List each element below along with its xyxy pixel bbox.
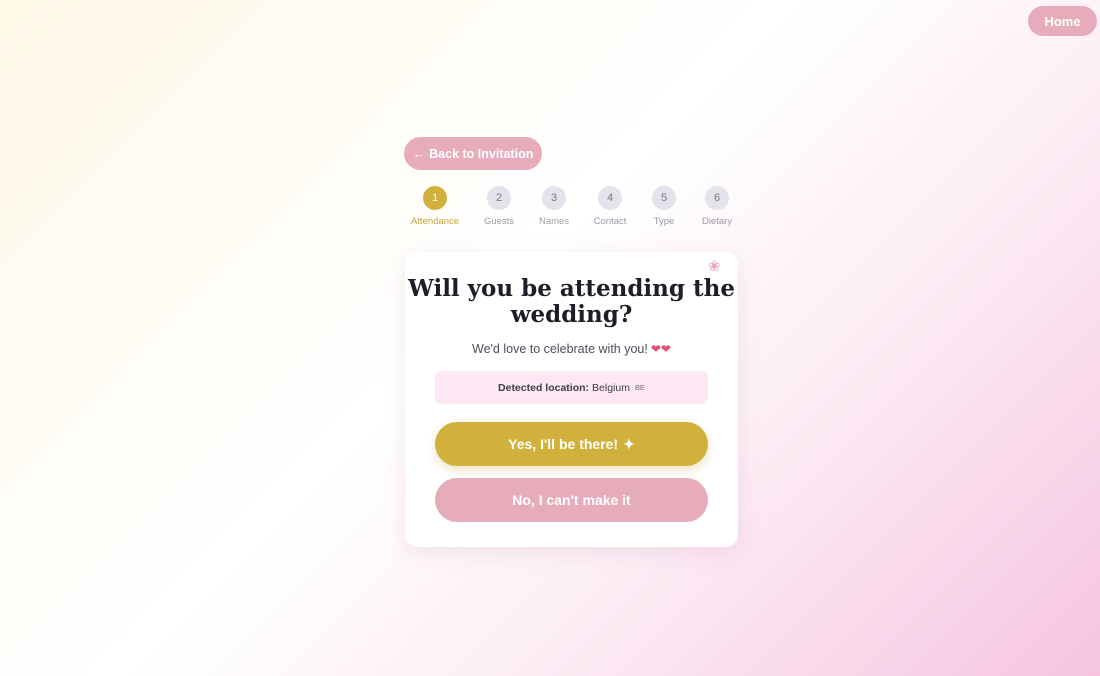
- step-number: 3: [542, 186, 566, 210]
- step-dietary[interactable]: 6 Dietary: [682, 186, 752, 227]
- step-number: 6: [705, 186, 729, 210]
- step-number: 2: [487, 186, 511, 210]
- card-subtitle: We'd love to celebrate with you! ❤❤: [405, 342, 738, 356]
- step-number: 1: [423, 186, 447, 210]
- step-label: Attendance: [410, 216, 460, 227]
- step-number: 5: [652, 186, 676, 210]
- hearts-icon: ❤❤: [650, 342, 671, 356]
- progress-stepper: 1 Attendance 2 Guests 3 Names 4 Contact …: [400, 186, 745, 230]
- party-popper-icon: ✦: [623, 435, 635, 452]
- step-label: Type: [653, 216, 675, 227]
- country-code: BE: [634, 383, 645, 392]
- home-button[interactable]: Home: [1028, 6, 1097, 36]
- location-label: Detected location:: [498, 381, 590, 394]
- back-to-invitation-button[interactable]: ← Back to Invitation: [404, 137, 542, 170]
- step-attendance[interactable]: 1 Attendance: [400, 186, 470, 227]
- attendance-card: ❀ Will you be attending the wedding? We'…: [405, 252, 738, 547]
- attend-no-button[interactable]: No, I can't make it: [435, 478, 708, 522]
- arrow-left-icon: ←: [412, 146, 426, 161]
- subtitle-text: We'd love to celebrate with you!: [472, 342, 648, 356]
- step-label: Dietary: [701, 216, 733, 227]
- step-label: Names: [538, 216, 570, 227]
- step-label: Guests: [483, 216, 515, 227]
- card-title: Will you be attending the wedding?: [408, 275, 735, 328]
- detected-location: Detected location: Belgium BE: [435, 371, 708, 404]
- attend-yes-button[interactable]: Yes, I'll be there! ✦: [435, 422, 708, 466]
- flower-icon: ❀: [708, 258, 721, 275]
- yes-label: Yes, I'll be there!: [508, 436, 619, 452]
- step-label: Contact: [593, 216, 627, 227]
- back-button-label: Back to Invitation: [429, 146, 534, 161]
- step-number: 4: [598, 186, 622, 210]
- location-value: Belgium: [592, 381, 630, 394]
